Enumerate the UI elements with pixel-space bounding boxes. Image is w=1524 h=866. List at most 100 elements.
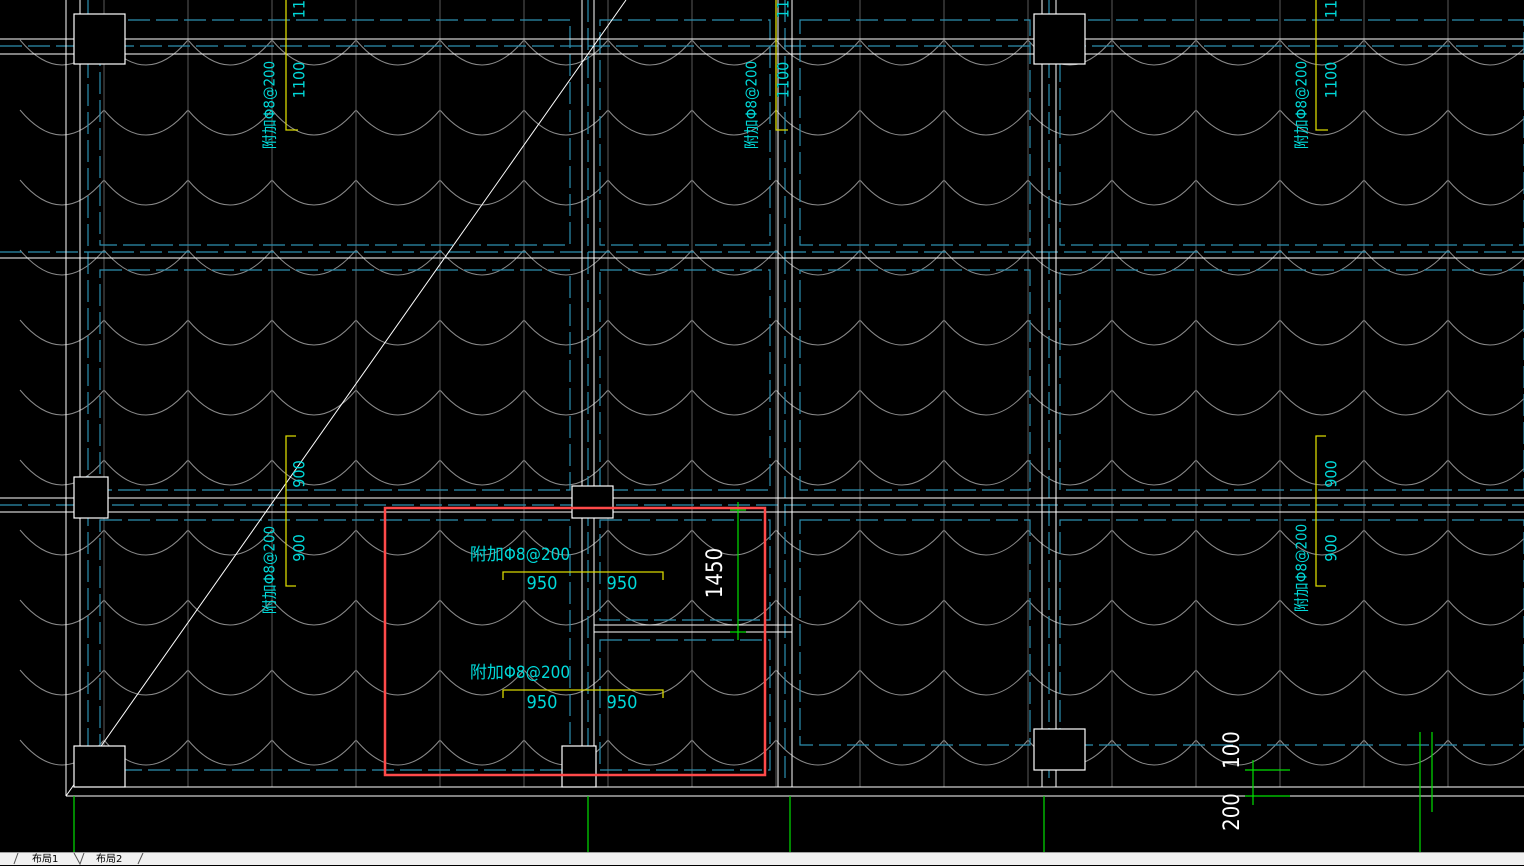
hatch-arc xyxy=(1027,529,1113,556)
hatch-arc xyxy=(691,179,777,206)
rebar-note-vertical: 附加Φ8@200 xyxy=(1293,524,1311,612)
hatch-arc xyxy=(1363,179,1449,206)
hatch-arc xyxy=(523,249,609,276)
hatch-arc xyxy=(355,739,441,766)
hatch-arc xyxy=(439,39,525,66)
hatch-arc xyxy=(355,109,441,136)
hatch-arc xyxy=(19,109,105,136)
hatch-arc xyxy=(1111,529,1197,556)
hatch-arc xyxy=(187,39,273,66)
hatch-arc xyxy=(1195,249,1281,276)
hatch-arc xyxy=(775,459,861,486)
hatch-arc xyxy=(607,179,693,206)
hatch-arc xyxy=(1195,109,1281,136)
hatch-arc xyxy=(691,389,777,416)
rebar-note-vertical: 附加Φ8@200 xyxy=(1293,61,1311,149)
hatch-arc xyxy=(775,669,861,696)
hatch-arc xyxy=(1279,669,1365,696)
hatch-arc xyxy=(187,319,273,346)
hatch-arc xyxy=(859,529,945,556)
dim-text-200: 200 xyxy=(1220,793,1245,831)
hatch-arc xyxy=(355,389,441,416)
hatch-arc xyxy=(187,529,273,556)
hatch-arc xyxy=(943,319,1029,346)
hatch-arc xyxy=(943,39,1029,66)
hatch-arc xyxy=(1279,739,1365,766)
hatch-arc xyxy=(1027,389,1113,416)
hatch-arc xyxy=(1027,319,1113,346)
hatch-arc xyxy=(355,459,441,486)
dim-text-950: 950 xyxy=(607,573,638,594)
rebar-dashed-rect xyxy=(799,269,1031,491)
hatch-arc xyxy=(1447,389,1524,416)
tab-layout-2[interactable]: 布局2 xyxy=(96,854,122,865)
rebar-extent-brackets xyxy=(285,0,1328,698)
hatch-arc xyxy=(1111,599,1197,626)
hatch-arc xyxy=(1111,459,1197,486)
hatch-arc xyxy=(1195,669,1281,696)
tab-layout-1[interactable]: 布局1 xyxy=(32,854,58,865)
hatch-arc xyxy=(103,459,189,486)
hatch-arc xyxy=(19,319,105,346)
hatch-arc xyxy=(271,319,357,346)
hatch-arc xyxy=(103,319,189,346)
hatch-arc xyxy=(1363,739,1449,766)
hatch-arc xyxy=(1447,529,1524,556)
hatch-arc xyxy=(439,249,525,276)
dim-text-1100: 1100 xyxy=(774,62,793,99)
hatch-arc xyxy=(943,459,1029,486)
hatch-arc xyxy=(103,389,189,416)
hatch-arc xyxy=(355,39,441,66)
hatch-arc xyxy=(775,319,861,346)
hatch-arc xyxy=(1363,39,1449,66)
column-square xyxy=(73,13,126,65)
hatch-arc xyxy=(691,39,777,66)
hatch-arc xyxy=(607,39,693,66)
hatch-arc xyxy=(1447,599,1524,626)
hatch-arc xyxy=(691,599,777,626)
hatch-arc xyxy=(103,109,189,136)
hatch-arc xyxy=(1279,389,1365,416)
hatch-arc xyxy=(943,599,1029,626)
cad-model-space[interactable]: 附加Φ8@200 附加Φ8@200 附加Φ8@200 附加Φ8@200 附加Φ8@200… xyxy=(0,0,1524,852)
hatch-arc xyxy=(943,529,1029,556)
hatch-arc xyxy=(607,529,693,556)
rebar-dashed-rect xyxy=(1059,269,1524,491)
hatch-arc xyxy=(859,179,945,206)
dim-text-950: 950 xyxy=(607,692,638,713)
hatch-arc xyxy=(691,319,777,346)
hatch-arc xyxy=(691,109,777,136)
hatch-arc xyxy=(859,39,945,66)
hatch-arc xyxy=(775,39,861,66)
hatch-arc xyxy=(19,249,105,276)
dim-text-1450: 1450 xyxy=(703,548,728,598)
dim-text-900: 900 xyxy=(290,534,309,561)
hatch-arc xyxy=(1111,669,1197,696)
hatch-arc xyxy=(187,109,273,136)
dim-text-1100: 1100 xyxy=(1322,62,1341,99)
hatch-arc xyxy=(187,739,273,766)
hatch-arc xyxy=(103,529,189,556)
rebar-bracket-vertical xyxy=(1315,435,1326,587)
hatch-arc xyxy=(1447,109,1524,136)
hatch-arc xyxy=(607,599,693,626)
hatch-arc xyxy=(439,389,525,416)
hatch-arc xyxy=(1279,179,1365,206)
hatch-arc xyxy=(1111,179,1197,206)
hatch-arc xyxy=(1111,39,1197,66)
hatch-arc xyxy=(1027,669,1113,696)
hatch-arc xyxy=(1363,109,1449,136)
hatch-arc xyxy=(1279,249,1365,276)
hatch-arc xyxy=(187,669,273,696)
hatch-arc xyxy=(1195,39,1281,66)
hatch-arc xyxy=(439,179,525,206)
hatch-arc xyxy=(607,319,693,346)
hatch-arc xyxy=(103,179,189,206)
rebar-note-vertical: 附加Φ8@200 xyxy=(261,61,279,149)
hatch-arc xyxy=(607,739,693,766)
hatch-arc xyxy=(691,459,777,486)
rebar-note-horizontal: 附加Φ8@200 xyxy=(470,663,570,683)
hatch-arc xyxy=(271,249,357,276)
hatch-arc xyxy=(271,599,357,626)
hatch-arc xyxy=(103,599,189,626)
